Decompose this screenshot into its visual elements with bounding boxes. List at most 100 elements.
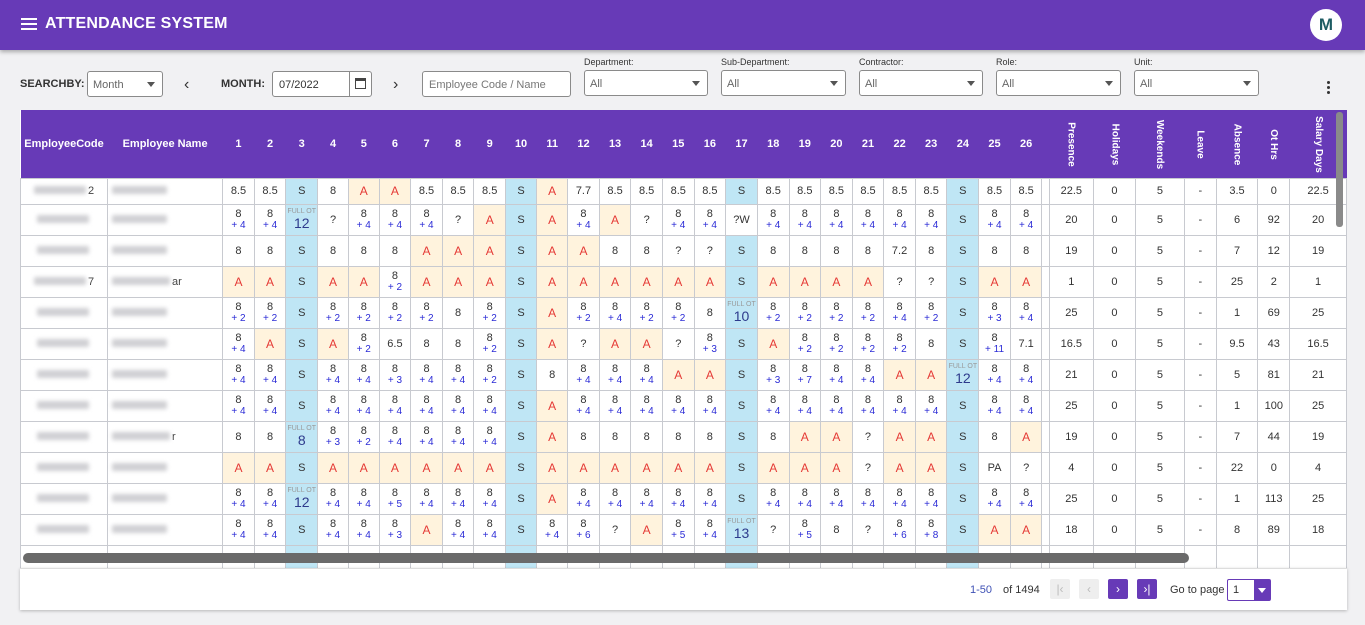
attendance-cell[interactable]: S: [946, 420, 980, 453]
attendance-cell[interactable]: ?: [630, 203, 663, 236]
header-summary-5[interactable]: Ot Hrs: [1257, 110, 1290, 178]
attendance-cell[interactable]: A: [441, 451, 475, 484]
attendance-cell[interactable]: 8 + 2: [661, 296, 695, 329]
calendar-icon[interactable]: [349, 72, 371, 96]
header-day-13[interactable]: 13: [599, 110, 631, 178]
attendance-cell[interactable]: 8 + 4: [567, 358, 600, 391]
attendance-cell[interactable]: 8: [253, 234, 287, 267]
attendance-cell[interactable]: 8: [222, 234, 255, 267]
table-row[interactable]: 8 + 4 8 + 4 FULL OT 12 8 + 4 8 + 4 8 + 5 8 + 4 8 + 4 8 + …: [20, 482, 1347, 515]
attendance-cell[interactable]: 8 + 4: [222, 482, 255, 515]
attendance-cell[interactable]: A: [851, 265, 885, 298]
attendance-cell[interactable]: 8 + 4: [693, 389, 727, 422]
attendance-cell[interactable]: ?: [693, 234, 727, 267]
attendance-cell[interactable]: FULL OT 12: [285, 203, 319, 236]
attendance-cell[interactable]: A: [978, 513, 1011, 546]
attendance-cell[interactable]: 8 + 4: [851, 203, 885, 236]
attendance-cell[interactable]: A: [788, 451, 822, 484]
attendance-cell[interactable]: A: [536, 203, 569, 236]
attendance-cell[interactable]: 8 + 2: [567, 296, 600, 329]
attendance-cell[interactable]: 8 + 2: [222, 296, 255, 329]
attendance-cell[interactable]: 8: [441, 327, 475, 360]
attendance-cell[interactable]: S: [946, 177, 980, 205]
attendance-cell[interactable]: 8 + 2: [820, 296, 853, 329]
attendance-cell[interactable]: ?: [851, 420, 885, 453]
attendance-cell[interactable]: 8 + 2: [473, 296, 506, 329]
attendance-cell[interactable]: 8 + 4: [347, 203, 380, 236]
attendance-cell[interactable]: A: [693, 265, 727, 298]
header-day-2[interactable]: 2: [254, 110, 286, 178]
attendance-cell[interactable]: A: [661, 358, 695, 391]
attendance-cell[interactable]: 8 + 5: [378, 482, 412, 515]
attendance-cell[interactable]: A: [222, 265, 255, 298]
attendance-cell[interactable]: 8 + 3: [317, 420, 349, 453]
table-row[interactable]: A A S A A A A A A S A A A A A A S A A A? A A S PA? 4 0 5-22 0 4: [20, 451, 1347, 484]
attendance-cell[interactable]: 8: [1009, 234, 1043, 267]
attendance-cell[interactable]: 8 + 4: [851, 358, 885, 391]
attendance-cell[interactable]: A: [1009, 513, 1043, 546]
attendance-cell[interactable]: S: [504, 358, 538, 391]
attendance-cell[interactable]: 8 + 4: [378, 420, 412, 453]
attendance-cell[interactable]: 8 + 4: [661, 203, 695, 236]
attendance-cell[interactable]: 8 + 4: [978, 389, 1011, 422]
attendance-cell[interactable]: 8 + 4: [661, 389, 695, 422]
header-day-18[interactable]: 18: [757, 110, 789, 178]
attendance-cell[interactable]: 8 + 4: [1009, 296, 1043, 329]
attendance-cell[interactable]: 8 + 4: [756, 482, 790, 515]
attendance-cell[interactable]: A: [347, 265, 380, 298]
attendance-cell[interactable]: S: [725, 265, 758, 298]
attendance-cell[interactable]: 8 + 4: [253, 358, 287, 391]
attendance-cell[interactable]: 8 + 2: [851, 296, 885, 329]
attendance-cell[interactable]: ?W: [725, 203, 758, 236]
attendance-cell[interactable]: 8 + 4: [883, 389, 916, 422]
table-row[interactable]: 2 8.5 8.5 S 8 A A 8.5 8.5 8.5 S A 7.7 8.5 8.5 8.5 8.5 S 8.…: [20, 177, 1347, 205]
attendance-cell[interactable]: 8 + 4: [630, 482, 663, 515]
attendance-cell[interactable]: A: [978, 265, 1011, 298]
attendance-cell[interactable]: A: [410, 234, 443, 267]
header-day-20[interactable]: 20: [820, 110, 853, 178]
attendance-cell[interactable]: A: [222, 451, 255, 484]
attendance-cell[interactable]: 7.2: [883, 234, 916, 267]
attendance-cell[interactable]: 8 + 4: [598, 389, 632, 422]
attendance-cell[interactable]: A: [630, 327, 663, 360]
attendance-cell[interactable]: ?: [1009, 451, 1043, 484]
attendance-cell[interactable]: A: [630, 451, 663, 484]
header-day-9[interactable]: 9: [473, 110, 506, 178]
attendance-cell[interactable]: 8 + 4: [378, 389, 412, 422]
attendance-cell[interactable]: 8 + 3: [378, 513, 412, 546]
attendance-cell[interactable]: 8 + 4: [978, 203, 1011, 236]
attendance-cell[interactable]: 8 + 4: [347, 358, 380, 391]
attendance-cell[interactable]: 8: [630, 420, 663, 453]
header-day-16[interactable]: 16: [694, 110, 726, 178]
attendance-cell[interactable]: 8 + 3: [756, 358, 790, 391]
attendance-cell[interactable]: 8 + 4: [347, 482, 380, 515]
attendance-cell[interactable]: A: [317, 451, 349, 484]
attendance-cell[interactable]: A: [630, 513, 663, 546]
attendance-cell[interactable]: FULL OT 12: [946, 358, 980, 391]
attendance-cell[interactable]: 8.5: [598, 177, 632, 205]
attendance-cell[interactable]: 8 + 4: [222, 358, 255, 391]
attendance-cell[interactable]: 8 + 6: [883, 513, 916, 546]
attendance-cell[interactable]: A: [536, 420, 569, 453]
attendance-cell[interactable]: 8 + 2: [317, 296, 349, 329]
header-day-8[interactable]: 8: [442, 110, 474, 178]
attendance-cell[interactable]: 8 + 4: [567, 389, 600, 422]
attendance-cell[interactable]: A: [378, 177, 412, 205]
attendance-cell[interactable]: 8: [598, 234, 632, 267]
attendance-cell[interactable]: 8 + 4: [317, 389, 349, 422]
attendance-cell[interactable]: 8 + 4: [914, 203, 948, 236]
attendance-cell[interactable]: S: [725, 451, 758, 484]
attendance-cell[interactable]: 8 + 2: [378, 265, 412, 298]
attendance-cell[interactable]: A: [536, 234, 569, 267]
table-row[interactable]: 8 + 2 8 + 2 S 8 + 2 8 + 2 8 + 2 8 + 2 8 8 + 2 S A 8 + 2 8 + 4…: [20, 296, 1347, 329]
attendance-cell[interactable]: 8 + 2: [347, 327, 380, 360]
attendance-cell[interactable]: 8.5: [253, 177, 287, 205]
attendance-cell[interactable]: S: [504, 203, 538, 236]
attendance-cell[interactable]: A: [630, 265, 663, 298]
attendance-cell[interactable]: A: [693, 451, 727, 484]
attendance-cell[interactable]: 8 + 3: [978, 296, 1011, 329]
attendance-cell[interactable]: 8 + 4: [820, 482, 853, 515]
attendance-cell[interactable]: 8 + 4: [567, 203, 600, 236]
attendance-cell[interactable]: 8: [756, 420, 790, 453]
attendance-cell[interactable]: 8: [820, 513, 853, 546]
